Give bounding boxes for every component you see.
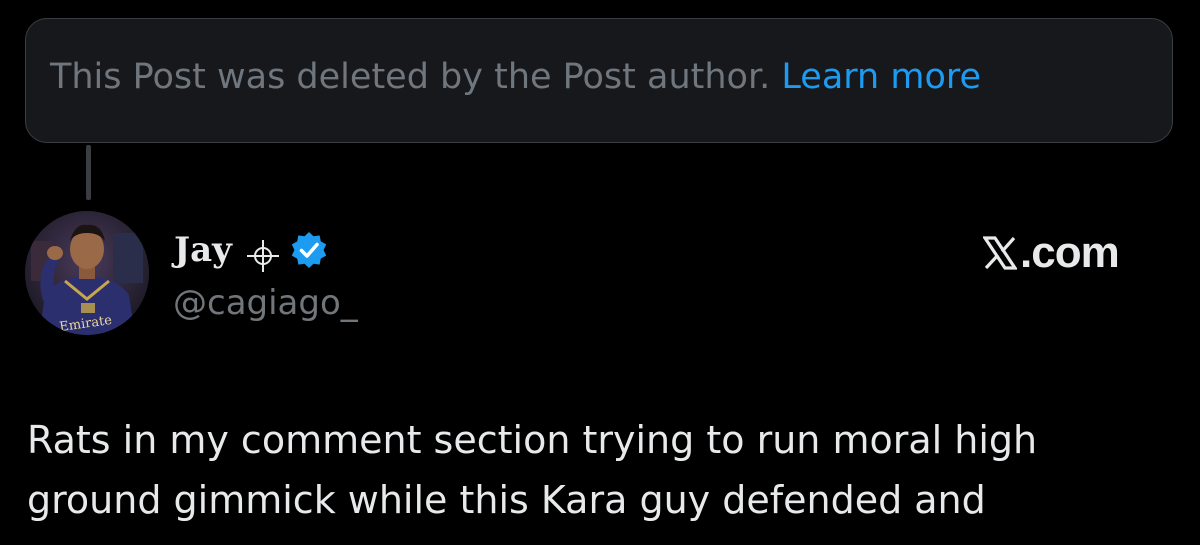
learn-more-link[interactable]: Learn more — [781, 57, 981, 97]
avatar[interactable]: Emirate — [25, 211, 149, 335]
crosshair-icon — [247, 240, 279, 272]
verified-icon[interactable] — [289, 230, 329, 270]
brand-watermark: .com — [983, 228, 1120, 278]
post-text-line: ground gimmick while this Kara guy defen… — [27, 478, 986, 522]
author-display-name[interactable]: Jay — [174, 228, 232, 272]
deleted-notice-message: This Post was deleted by the Post author… — [50, 57, 771, 97]
post-text: Rats in my comment section trying to run… — [27, 410, 1177, 530]
author-handle[interactable]: @cagiago_ — [173, 281, 358, 325]
thread-connector-line — [86, 145, 91, 200]
post-text-line: Rats in my comment section trying to run… — [27, 418, 1038, 462]
deleted-notice-text: This Post was deleted by the Post author… — [50, 55, 981, 99]
avatar-image: Emirate — [25, 211, 149, 335]
deleted-post-notice: This Post was deleted by the Post author… — [25, 18, 1173, 143]
brand-text: .com — [1020, 228, 1120, 277]
x-logo-icon — [983, 236, 1017, 270]
